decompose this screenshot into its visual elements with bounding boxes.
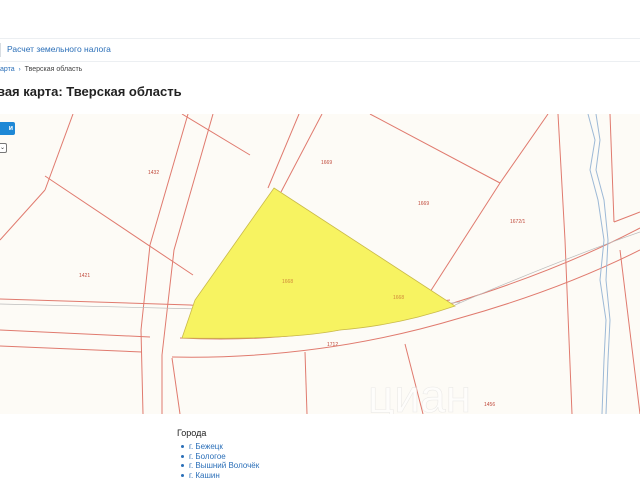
breadcrumb-current: Тверская область (24, 66, 83, 73)
boundary (557, 114, 573, 414)
parcel-label: 1668 (393, 295, 404, 301)
parcel-label: 1432 (148, 170, 159, 176)
footer (0, 414, 640, 480)
breadcrumb-map-link[interactable]: арта (0, 66, 15, 73)
bullet-icon (181, 473, 184, 477)
chevron-down-icon: ⌄ (0, 145, 5, 151)
boundary (609, 114, 615, 223)
map-layer-select[interactable]: ⌄ (0, 143, 7, 153)
boundary (499, 114, 549, 184)
city-link[interactable]: г. Кашин (181, 471, 259, 480)
road-edge (140, 114, 189, 414)
cities-list: г. Бежецк г. Бологое г. Вышний Волочёк г… (181, 442, 259, 480)
boundary (0, 329, 151, 338)
parcel-label: 1712 (327, 342, 338, 348)
bullet-icon (181, 445, 184, 449)
city-link[interactable]: г. Бежецк (181, 442, 259, 452)
boundary (304, 351, 308, 414)
road-edge (161, 114, 214, 414)
breadcrumb: арта › Тверская область (0, 66, 82, 73)
cadastral-map[interactable]: 1432 1669 1669 1672/1 1421 1668 1668 171… (0, 114, 640, 414)
road-edge (267, 114, 300, 189)
boundary (0, 345, 143, 353)
boundary (619, 249, 640, 414)
boundary (369, 114, 501, 184)
boundary (171, 357, 181, 414)
city-link[interactable]: г. Бологое (181, 452, 259, 462)
bullet-icon (181, 454, 184, 458)
land-tax-link[interactable]: Расчет земельного налога (7, 44, 111, 54)
boundary (44, 175, 194, 276)
nav-separator (0, 43, 1, 57)
map-canvas: 1432 1669 1669 1672/1 1421 1668 1668 171… (0, 114, 640, 414)
page-title: вая карта: Тверская область (0, 84, 182, 99)
boundary (0, 189, 46, 241)
city-link[interactable]: г. Вышний Волочёк (181, 461, 259, 471)
watermark: циан (368, 370, 471, 414)
cities-title: Города (177, 428, 207, 438)
parcel-label: 1456 (484, 402, 495, 408)
boundary (181, 114, 251, 156)
bullet-icon (181, 464, 184, 468)
parcel-label: 1421 (79, 273, 90, 279)
parcel-label: 1669 (418, 201, 429, 207)
boundary (613, 211, 640, 223)
parcel-label: 1672/1 (510, 219, 526, 225)
highlighted-parcel[interactable] (181, 187, 456, 339)
breadcrumb-chevron-icon: › (18, 67, 21, 73)
road-edge (280, 114, 323, 193)
parcel-label: 1669 (321, 160, 332, 166)
map-search-button[interactable]: и (0, 122, 15, 135)
top-bar (0, 0, 640, 36)
boundary (429, 182, 501, 293)
nav-bar: Расчет земельного налога (0, 38, 640, 62)
parcel-label: 1668 (282, 279, 293, 285)
river (595, 114, 611, 414)
